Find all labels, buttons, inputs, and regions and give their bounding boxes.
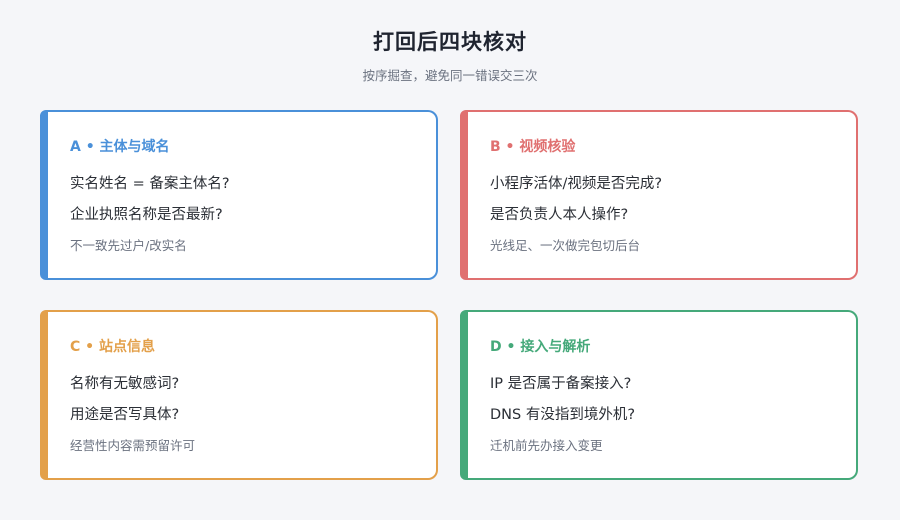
card-note: 迁机前先办接入变更 — [490, 438, 603, 453]
card-note: 不一致先过户/改实名 — [70, 238, 187, 253]
check-item: 名称有无敏感词? — [70, 376, 180, 392]
check-item: 用途是否写具体? — [70, 407, 180, 423]
check-item: 企业执照名称是否最新? — [70, 207, 223, 223]
card-heading: A • 主体与域名 — [70, 139, 170, 155]
page-subtitle: 按序掘查，避免同一错误交三次 — [362, 68, 538, 83]
card-heading: C • 站点信息 — [70, 339, 155, 355]
card-heading: D • 接入与解析 — [490, 339, 591, 355]
check-item: DNS 有没指到境外机? — [490, 407, 636, 423]
check-item: 小程序活体/视频是否完成? — [490, 176, 663, 192]
card-video-verification: B • 视频核验 小程序活体/视频是否完成? 是否负责人本人操作? 光线足、一次… — [460, 110, 858, 280]
check-item: 是否负责人本人操作? — [490, 207, 629, 223]
card-heading: B • 视频核验 — [490, 139, 576, 155]
page-title: 打回后四块核对 — [373, 30, 527, 54]
card-site-info: C • 站点信息 名称有无敏感词? 用途是否写具体? 经营性内容需预留许可 — [40, 310, 438, 480]
card-note: 光线足、一次做完包切后台 — [490, 238, 641, 253]
check-item: 实名姓名 = 备案主体名? — [70, 176, 230, 192]
card-note: 经营性内容需预留许可 — [70, 438, 196, 453]
card-access-dns: D • 接入与解析 IP 是否属于备案接入? DNS 有没指到境外机? 迁机前先… — [460, 310, 858, 480]
check-item: IP 是否属于备案接入? — [490, 376, 632, 392]
card-subject-domain: A • 主体与域名 实名姓名 = 备案主体名? 企业执照名称是否最新? 不一致先… — [40, 110, 438, 280]
